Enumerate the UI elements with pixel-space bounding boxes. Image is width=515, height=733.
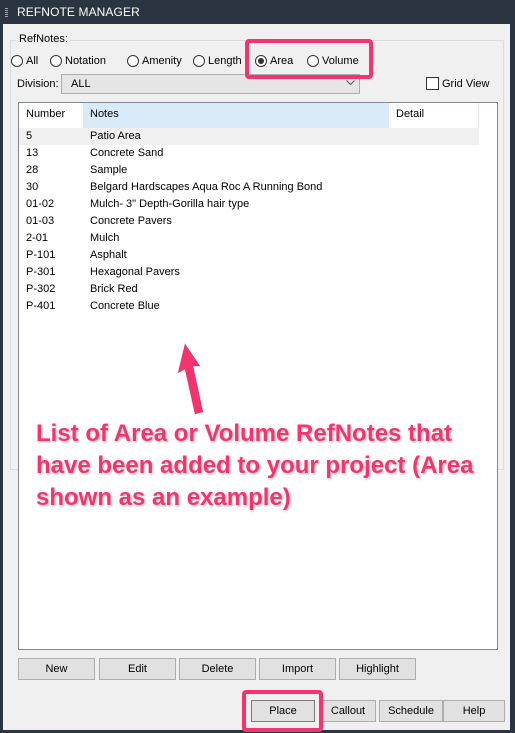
list-item[interactable]: P-302 Brick Red: [19, 281, 479, 298]
item-number: P-301: [26, 266, 56, 278]
item-note: Concrete Sand: [90, 147, 164, 159]
item-note: Sample: [90, 164, 128, 176]
item-note: Belgard Hardscapes Aqua Roc A Running Bo…: [90, 181, 323, 193]
item-number: 01-03: [26, 215, 55, 227]
radio-all[interactable]: All: [11, 53, 38, 69]
edit-button[interactable]: Edit: [99, 658, 176, 680]
list-item[interactable]: P-101 Asphalt: [19, 247, 479, 264]
radio-circle-icon: [307, 55, 319, 67]
item-number: 01-02: [26, 198, 55, 210]
list-header: Number Notes Detail: [19, 103, 479, 128]
radio-circle-icon: [193, 55, 205, 67]
item-note: Patio Area: [90, 130, 141, 142]
grid-view-label: Grid View: [442, 77, 490, 90]
list-item[interactable]: 01-03 Concrete Pavers: [19, 213, 479, 230]
list-rows: 5 Patio Area 13 Concrete Sand 28 Sample 30 Belg…: [19, 128, 479, 315]
radio-volume[interactable]: Volume: [307, 53, 359, 69]
radio-amenity[interactable]: Amenity: [127, 53, 182, 69]
column-header-number[interactable]: Number: [19, 103, 82, 128]
window-title: REFNOTE MANAGER: [17, 5, 140, 19]
list-item[interactable]: 5 Patio Area: [19, 128, 479, 145]
import-button[interactable]: Import: [259, 658, 336, 680]
checkbox-icon: [426, 77, 439, 90]
radio-checked-icon: [255, 55, 267, 67]
item-number: 2-01: [26, 232, 49, 244]
refnotes-list[interactable]: Number Notes Detail 5 Patio Area 13 Concret…: [18, 102, 498, 650]
item-number: P-401: [26, 300, 56, 312]
item-note: Brick Red: [90, 283, 138, 295]
delete-button[interactable]: Delete: [179, 658, 256, 680]
highlight-button[interactable]: Highlight: [339, 658, 416, 680]
item-number: 28: [26, 164, 39, 176]
drag-grip-icon[interactable]: [5, 8, 8, 18]
column-header-detail[interactable]: Detail: [389, 103, 479, 128]
list-item[interactable]: 2-01 Mulch: [19, 230, 479, 247]
radio-length[interactable]: Length: [193, 53, 242, 69]
chevron-down-icon: [346, 78, 355, 86]
radio-notation[interactable]: Notation: [50, 53, 106, 69]
item-note: Asphalt: [90, 249, 127, 261]
radio-circle-icon: [127, 55, 139, 67]
item-note: Mulch- 3" Depth-Gorilla hair type: [90, 198, 250, 210]
list-item[interactable]: 30 Belgard Hardscapes Aqua Roc A Running …: [19, 179, 479, 196]
help-button[interactable]: Help: [443, 700, 505, 722]
refnotes-group-label: RefNotes:: [17, 33, 70, 45]
list-item[interactable]: P-401 Concrete Blue: [19, 298, 479, 315]
list-item[interactable]: 13 Concrete Sand: [19, 145, 479, 162]
title-bar[interactable]: REFNOTE MANAGER: [0, 0, 515, 24]
item-number: 13: [26, 147, 39, 159]
list-item[interactable]: 28 Sample: [19, 162, 479, 179]
division-value: ALL: [71, 78, 91, 90]
item-number: 5: [26, 130, 33, 142]
list-item[interactable]: P-301 Hexagonal Pavers: [19, 264, 479, 281]
annotation-callout-text: List of Area or Volume RefNotes that hav…: [36, 420, 474, 511]
grid-view-checkbox[interactable]: Grid View: [426, 77, 489, 90]
division-label: Division:: [17, 78, 59, 90]
radio-circle-icon: [50, 55, 62, 67]
division-dropdown[interactable]: ALL: [61, 74, 360, 94]
new-button[interactable]: New: [18, 658, 95, 680]
item-number: P-302: [26, 283, 56, 295]
item-note: Hexagonal Pavers: [90, 266, 180, 278]
place-button[interactable]: Place: [251, 700, 315, 722]
list-item[interactable]: 01-02 Mulch- 3" Depth-Gorilla hair type: [19, 196, 479, 213]
item-number: P-101: [26, 249, 56, 261]
schedule-button[interactable]: Schedule: [379, 700, 443, 722]
callout-button[interactable]: Callout: [320, 700, 376, 722]
item-number: 30: [26, 181, 39, 193]
radio-area[interactable]: Area: [255, 53, 293, 69]
column-header-notes[interactable]: Notes: [83, 103, 389, 128]
item-note: Mulch: [90, 232, 120, 244]
annotation-arrow-icon: [177, 342, 204, 415]
item-note: Concrete Blue: [90, 300, 160, 312]
item-note: Concrete Pavers: [90, 215, 172, 227]
dialog-body: RefNotes: All Notation Amenity Length Ar…: [3, 24, 510, 732]
radio-circle-icon: [11, 55, 23, 67]
